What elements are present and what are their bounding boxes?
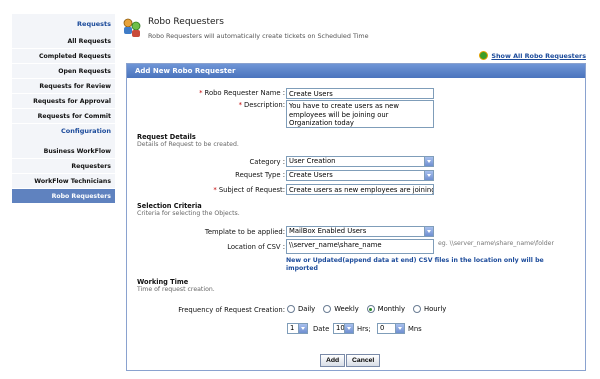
robo-requester-name-input[interactable]: Create Users — [286, 88, 434, 99]
csv-location-label: Location of CSV : — [227, 243, 285, 251]
sidebar-item-business-workflow[interactable]: Business WorkFlow — [12, 144, 115, 159]
request-type-select[interactable]: Create Users — [286, 170, 434, 181]
working-time-desc: Time of request creation. — [137, 286, 215, 293]
minutes-value: 0 — [380, 324, 385, 332]
sidebar-item-all-requests[interactable]: All Requests — [12, 34, 115, 49]
sidebar-item-open-requests[interactable]: Open Requests — [12, 64, 115, 79]
day-select[interactable]: 1 — [287, 323, 308, 334]
description-label-text: Description: — [243, 101, 285, 109]
sidebar-section-requests: Requests — [77, 20, 111, 28]
day-value: 1 — [290, 324, 295, 332]
frequency-weekly-label: Weekly — [334, 305, 359, 313]
date-label: Date — [313, 325, 330, 333]
chevron-down-icon[interactable] — [424, 157, 433, 166]
selection-criteria-title: Selection Criteria — [137, 202, 202, 210]
minutes-select[interactable]: 0 — [377, 323, 405, 334]
category-select[interactable]: User Creation — [286, 156, 434, 167]
sidebar-item-requesters[interactable]: Requesters — [12, 159, 115, 174]
subject-label: * Subject of Request: — [147, 186, 285, 194]
category-value: User Creation — [289, 157, 336, 165]
request-type-value: Create Users — [289, 171, 333, 179]
chevron-down-icon[interactable] — [298, 324, 307, 333]
sidebar-item-requests-for-approval[interactable]: Requests for Approval — [12, 94, 115, 109]
request-details-title: Request Details — [137, 133, 196, 141]
hours-select[interactable]: 10 — [333, 323, 354, 334]
minutes-label: Mns — [408, 325, 422, 333]
name-label-text: Robo Requester Name : — [204, 89, 285, 97]
name-label: * Robo Requester Name : — [147, 89, 285, 97]
radio-monthly[interactable] — [366, 305, 375, 313]
required-marker: * — [213, 186, 217, 194]
panel-title: Add New Robo Requester — [127, 64, 585, 78]
list-icon — [479, 51, 489, 60]
frequency-daily-label: Daily — [298, 305, 316, 313]
sidebar-item-requests-for-commit[interactable]: Requests for Commit — [12, 109, 115, 124]
sidebar-item-requests-for-review[interactable]: Requests for Review — [12, 79, 115, 94]
template-value: MailBox Enabled Users — [289, 227, 367, 235]
hours-label: Hrs; — [357, 325, 371, 333]
frequency-monthly-option[interactable]: Monthly — [366, 305, 405, 313]
required-marker: * — [238, 101, 242, 109]
required-marker: * — [199, 89, 203, 97]
frequency-hourly-option[interactable]: Hourly — [412, 305, 447, 313]
description-textarea[interactable]: You have to create users as new employee… — [286, 100, 434, 128]
chevron-down-icon[interactable] — [424, 171, 433, 180]
sidebar-item-completed-requests[interactable]: Completed Requests — [12, 49, 115, 64]
cancel-button[interactable]: Cancel — [346, 354, 381, 367]
template-select[interactable]: MailBox Enabled Users — [286, 226, 434, 237]
subject-label-text: Subject of Request: — [218, 186, 285, 194]
page-title: Robo Requesters — [148, 17, 224, 27]
chevron-down-icon[interactable] — [395, 324, 404, 333]
show-all-robo-requesters-link[interactable]: Show All Robo Requesters — [479, 51, 586, 60]
robo-requester-icon — [123, 18, 141, 37]
frequency-label: Frequency of Request Creation: — [178, 306, 285, 314]
sidebar: Requests All Requests Completed Requests… — [12, 14, 115, 204]
csv-location-hint: eg. \\server_name\share_name\folder — [438, 240, 554, 247]
sidebar-item-robo-requesters[interactable]: Robo Requesters — [12, 189, 115, 204]
radio-weekly[interactable] — [323, 305, 332, 313]
sidebar-item-workflow-technicians[interactable]: WorkFlow Technicians — [12, 174, 115, 189]
request-details-desc: Details of Request to be created. — [137, 141, 239, 148]
frequency-monthly-label: Monthly — [377, 305, 405, 313]
page-subtitle: Robo Requesters will automatically creat… — [148, 32, 369, 40]
working-time-title: Working Time — [137, 278, 189, 286]
add-button[interactable]: Add — [320, 354, 346, 367]
frequency-radio-group: Daily Weekly Monthly Hourly — [287, 305, 446, 313]
frequency-daily-option[interactable]: Daily — [287, 305, 315, 313]
frequency-weekly-option[interactable]: Weekly — [323, 305, 359, 313]
category-label: Category : — [249, 158, 286, 166]
show-all-label[interactable]: Show All Robo Requesters — [491, 52, 586, 60]
selection-criteria-desc: Criteria for selecting the Objects. — [137, 210, 240, 217]
add-robo-requester-panel: Add New Robo Requester * Robo Requester N… — [126, 63, 586, 371]
request-type-label: Request Type : — [235, 171, 285, 179]
sidebar-section-configuration: Configuration — [61, 127, 111, 135]
frequency-hourly-label: Hourly — [423, 305, 447, 313]
radio-hourly[interactable] — [412, 305, 421, 313]
description-label: * Description: — [147, 101, 285, 109]
radio-daily[interactable] — [287, 305, 295, 313]
subject-input[interactable]: Create users as new employees are joinin… — [286, 184, 434, 195]
chevron-down-icon[interactable] — [344, 324, 353, 333]
template-label: Template to be applied: — [204, 228, 285, 236]
csv-import-note: New or Updated(append data at end) CSV f… — [286, 257, 544, 272]
csv-location-input[interactable]: \\server_name\share_name — [286, 239, 434, 254]
chevron-down-icon[interactable] — [424, 227, 433, 236]
